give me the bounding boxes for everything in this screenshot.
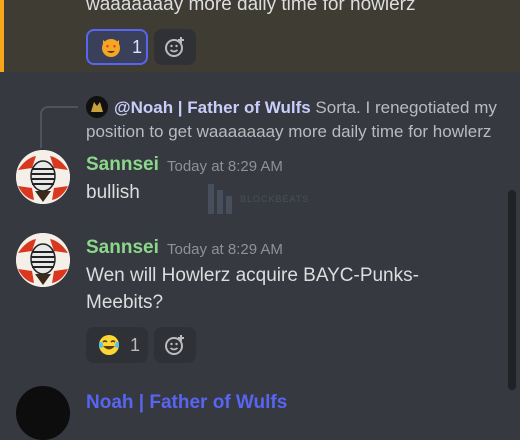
message-timestamp: Today at 8:29 AM (167, 241, 283, 258)
joy-emoji (99, 335, 119, 355)
reply-preview[interactable]: @Noah | Father of Wulfs Sorta. I renegot… (86, 96, 516, 144)
add-reaction-button[interactable] (154, 327, 196, 363)
reaction-joy[interactable]: 1 (86, 327, 148, 363)
reaction-count: 1 (132, 36, 143, 57)
blockbeats-logo-icon (208, 184, 232, 214)
reaction-heart-eyes-cat[interactable]: 1 (86, 29, 148, 65)
add-reaction-icon (165, 37, 184, 57)
avatar[interactable] (16, 233, 70, 287)
message-text: Wen will Howlerz acquire BAYC-Punks-Meeb… (86, 265, 419, 313)
scrollbar[interactable] (508, 190, 516, 390)
reply-connector (40, 106, 78, 148)
avatar[interactable] (16, 386, 70, 440)
avatar[interactable] (16, 150, 70, 204)
message-author[interactable]: Noah | Father of Wulfs (86, 392, 287, 414)
message-author[interactable]: Sannsei (86, 237, 159, 259)
reaction-count: 1 (130, 334, 141, 355)
heart-eyes-cat-emoji (102, 39, 120, 57)
watermark-logo: BLOCKBEATS (206, 182, 309, 216)
reply-mention[interactable]: @Noah | Father of Wulfs (114, 98, 311, 117)
add-reaction-icon (165, 335, 184, 355)
sannsei-avatar-icon (16, 233, 70, 287)
sannsei-avatar-icon (16, 150, 70, 204)
add-reaction-button[interactable] (154, 29, 196, 65)
message-text: waaaaaaay more daily time for howlerz (86, 0, 416, 15)
watermark-text: BLOCKBEATS (240, 194, 310, 204)
message-author[interactable]: Sannsei (86, 154, 159, 176)
message-timestamp: Today at 8:29 AM (167, 158, 283, 175)
